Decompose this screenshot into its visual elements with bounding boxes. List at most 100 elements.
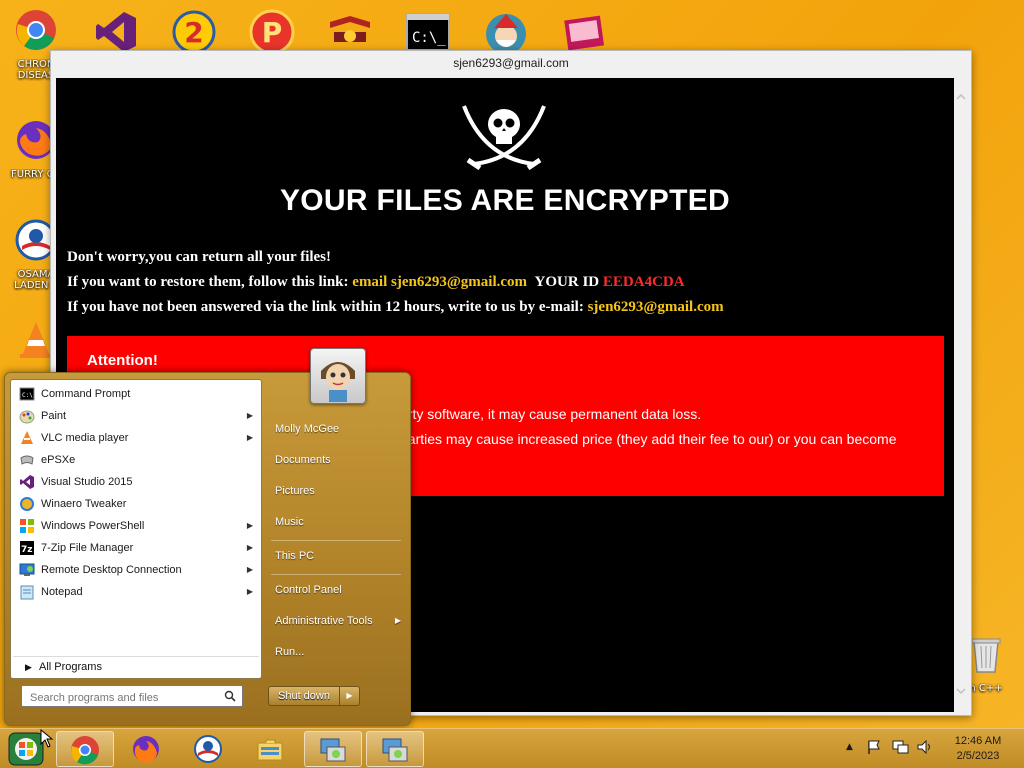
program-label: Visual Studio 2015 xyxy=(41,476,133,488)
clock-date: 2/5/2023 xyxy=(956,750,1000,762)
taskbar: ▲ 12:46 AM 2/5/2023 xyxy=(0,728,1024,768)
message-line-2-text: If you want to restore them, follow this… xyxy=(67,274,353,290)
all-programs-button[interactable]: ▶ All Programs xyxy=(13,656,259,676)
program-list: C:\ Command Prompt Paint ▶ VLC media pla… xyxy=(10,379,262,679)
headline: YOUR FILES ARE ENCRYPTED xyxy=(279,184,731,217)
winaero-icon xyxy=(20,497,34,511)
visual-studio-icon[interactable] xyxy=(92,8,140,56)
program-label: Command Prompt xyxy=(41,388,131,400)
submenu-arrow-icon: ▶ xyxy=(246,565,253,574)
program-label: Windows PowerShell xyxy=(41,520,145,532)
program-notepad[interactable]: Notepad ▶ xyxy=(13,581,259,603)
start-button[interactable] xyxy=(8,732,44,766)
system-clock[interactable]: 12:46 AM 2/5/2023 xyxy=(942,734,1014,764)
menu-administrative-tools[interactable]: Administrative Tools ▶ xyxy=(269,610,403,632)
pokemon-icon[interactable]: 2 xyxy=(170,8,218,56)
remote-desktop-icon xyxy=(19,563,35,576)
shutdown-options-button[interactable]: ▶ xyxy=(340,686,360,706)
scroll-up-icon[interactable] xyxy=(954,90,968,104)
p-game-icon[interactable]: P xyxy=(248,8,296,56)
submenu-arrow-icon: ▶ xyxy=(246,543,253,552)
window-title: sjen6293@gmail.com xyxy=(453,56,569,70)
submenu-arrow-icon: ▶ xyxy=(246,521,253,530)
search-icon xyxy=(224,690,236,702)
chrome-icon xyxy=(71,736,99,765)
contact-email-link[interactable]: email sjen6293@gmail.com xyxy=(352,274,527,290)
shutdown-button[interactable]: Shut down xyxy=(268,686,340,706)
scroll-down-icon[interactable] xyxy=(954,684,968,698)
program-label: ePSXe xyxy=(41,454,76,466)
network-icon[interactable] xyxy=(892,739,910,755)
program-visual-studio[interactable]: Visual Studio 2015 xyxy=(13,471,259,493)
file-explorer-icon xyxy=(257,739,283,761)
show-hidden-icons-icon[interactable]: ▲ xyxy=(846,742,853,752)
menu-music[interactable]: Music xyxy=(269,511,403,533)
message-line-3: If you have not been answered via the li… xyxy=(67,299,724,316)
program-label: Remote Desktop Connection xyxy=(41,564,182,576)
menu-administrative-tools-label: Administrative Tools xyxy=(275,615,373,627)
cmd-icon[interactable]: C:\_ xyxy=(404,8,452,56)
clock-time: 12:46 AM xyxy=(954,735,1002,747)
start-menu: C:\ Command Prompt Paint ▶ VLC media pla… xyxy=(4,348,411,726)
menu-divider xyxy=(271,574,401,575)
7zip-icon: 7z xyxy=(20,541,34,555)
vertical-scrollbar[interactable] xyxy=(954,78,968,712)
taskbar-installer-2[interactable] xyxy=(366,731,424,767)
submenu-arrow-icon: ▶ xyxy=(394,616,401,625)
id-label: YOUR ID xyxy=(534,274,600,290)
taskbar-installer-1[interactable] xyxy=(304,731,362,767)
menu-control-panel[interactable]: Control Panel xyxy=(269,579,403,601)
volume-icon[interactable] xyxy=(916,739,934,755)
menu-run[interactable]: Run... xyxy=(269,641,403,663)
expand-arrow-icon: ▶ xyxy=(25,662,32,672)
svg-text:P: P xyxy=(262,16,283,49)
submenu-arrow-icon: ▶ xyxy=(246,433,253,442)
app-icon[interactable] xyxy=(560,8,608,56)
program-paint[interactable]: Paint ▶ xyxy=(13,405,259,427)
all-programs-label: All Programs xyxy=(39,661,102,673)
santa-icon[interactable] xyxy=(482,8,530,56)
taskbar-chrome[interactable] xyxy=(56,731,114,767)
program-command-prompt[interactable]: C:\ Command Prompt xyxy=(13,383,259,405)
taskbar-firefox[interactable] xyxy=(118,731,176,767)
program-remote-desktop[interactable]: Remote Desktop Connection ▶ xyxy=(13,559,259,581)
search-box[interactable] xyxy=(21,685,243,708)
program-epsxe[interactable]: ePSXe xyxy=(13,449,259,471)
action-center-flag-icon[interactable] xyxy=(866,739,882,755)
paint-icon xyxy=(19,410,35,424)
program-vlc[interactable]: VLC media player ▶ xyxy=(13,427,259,449)
taskbar-obama[interactable] xyxy=(180,731,238,767)
taskbar-file-explorer[interactable] xyxy=(242,731,300,767)
program-powershell[interactable]: Windows PowerShell ▶ xyxy=(13,515,259,537)
submenu-arrow-icon: ▶ xyxy=(246,587,253,596)
submenu-arrow-icon: ▶ xyxy=(246,411,253,420)
search-input[interactable] xyxy=(22,688,212,708)
skull-crossed-swords-icon xyxy=(462,105,546,170)
visual-studio-icon xyxy=(20,475,34,489)
program-label: Winaero Tweaker xyxy=(41,498,127,510)
attention-line-1: arty software, it may cause permanent da… xyxy=(400,406,702,422)
chrome-icon xyxy=(16,10,56,50)
menu-user-name[interactable]: Molly McGee xyxy=(269,418,403,440)
mouse-cursor-icon xyxy=(40,729,54,748)
tank-icon[interactable] xyxy=(326,8,374,56)
firefox-icon xyxy=(133,736,159,763)
program-label: Paint xyxy=(41,410,67,422)
avatar-icon xyxy=(321,362,355,402)
program-label: VLC media player xyxy=(41,432,129,444)
menu-this-pc[interactable]: This PC xyxy=(269,545,403,567)
epsxe-icon xyxy=(20,455,34,465)
remote-install-icon xyxy=(382,738,408,762)
svg-text:C:\_: C:\_ xyxy=(412,30,446,46)
program-winaero[interactable]: Winaero Tweaker xyxy=(13,493,259,515)
menu-documents[interactable]: Documents xyxy=(269,449,403,471)
program-7zip[interactable]: 7z 7-Zip File Manager ▶ xyxy=(13,537,259,559)
attention-title: Attention! xyxy=(87,352,158,369)
svg-text:2: 2 xyxy=(184,16,203,49)
victim-id: EEDA4CDA xyxy=(602,274,685,290)
svg-text:C:\: C:\ xyxy=(22,392,33,399)
program-label: 7-Zip File Manager xyxy=(41,542,134,554)
menu-pictures[interactable]: Pictures xyxy=(269,480,403,502)
message-line-1: Don't worry,you can return all your file… xyxy=(67,249,332,265)
user-avatar[interactable] xyxy=(310,348,366,404)
